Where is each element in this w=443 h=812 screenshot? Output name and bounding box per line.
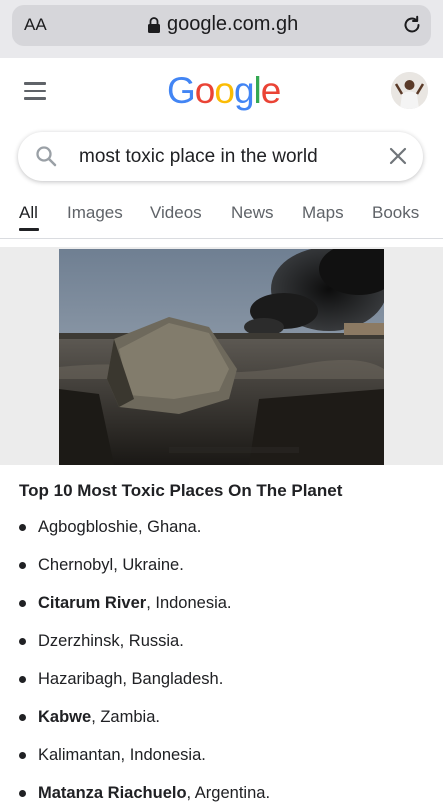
divider bbox=[0, 238, 443, 239]
close-icon[interactable] bbox=[388, 146, 408, 166]
list-item-rest: , Argentina. bbox=[186, 784, 271, 802]
list-item-rest: Agbogbloshie, Ghana. bbox=[38, 518, 202, 536]
list-item-text: Hazaribagh, Bangladesh. bbox=[38, 660, 223, 698]
search-input[interactable] bbox=[79, 144, 369, 170]
result-list: Agbogbloshie, Ghana. Chernobyl, Ukraine. C… bbox=[0, 508, 443, 812]
result-image[interactable] bbox=[59, 249, 384, 465]
list-item-rest: Dzerzhinsk, Russia. bbox=[38, 632, 184, 650]
tab-all[interactable]: All bbox=[19, 203, 38, 223]
list-item-text: Kalimantan, Indonesia. bbox=[38, 736, 206, 774]
bullet bbox=[19, 676, 26, 683]
list-item-highlight: Kabwe bbox=[38, 708, 92, 726]
logo-letter: o bbox=[214, 70, 235, 111]
list-item-text: Matanza Riachuelo, Argentina. bbox=[38, 774, 270, 812]
tab-videos[interactable]: Videos bbox=[150, 203, 202, 223]
list-item-rest: Hazaribagh, Bangladesh. bbox=[38, 670, 224, 688]
bullet bbox=[19, 600, 26, 607]
logo-letter: e bbox=[260, 70, 282, 111]
reload-icon[interactable] bbox=[401, 14, 423, 36]
list-item-text: Chernobyl, Ukraine. bbox=[38, 546, 184, 584]
list-item: Citarum River, Indonesia. bbox=[0, 584, 443, 622]
search-tabs: All Images Videos News Maps Books bbox=[0, 195, 443, 235]
logo-letter: o bbox=[194, 70, 216, 111]
list-item-text: Agbogbloshie, Ghana. bbox=[38, 508, 201, 546]
bullet bbox=[19, 524, 26, 531]
result-title[interactable]: Top 10 Most Toxic Places On The Planet bbox=[19, 481, 342, 501]
tab-books[interactable]: Books bbox=[372, 203, 419, 223]
logo-letter: l bbox=[253, 70, 262, 111]
search-box[interactable] bbox=[18, 132, 423, 181]
url-field[interactable]: AA google.com.gh bbox=[12, 5, 431, 46]
list-item: Chernobyl, Ukraine. bbox=[0, 546, 443, 584]
logo-letter: G bbox=[167, 70, 196, 111]
list-item-highlight: Citarum River bbox=[38, 594, 147, 612]
list-item-highlight: Matanza Riachuelo bbox=[38, 784, 187, 802]
list-item: Agbogbloshie, Ghana. bbox=[0, 508, 443, 546]
google-header: Google bbox=[0, 58, 443, 128]
image-result-band bbox=[0, 247, 443, 465]
bullet bbox=[19, 638, 26, 645]
tab-maps[interactable]: Maps bbox=[302, 203, 344, 223]
list-item: Kalimantan, Indonesia. bbox=[0, 736, 443, 774]
list-item-rest: Chernobyl, Ukraine. bbox=[38, 556, 184, 574]
logo-letter: g bbox=[233, 70, 255, 111]
list-item: Hazaribagh, Bangladesh. bbox=[0, 660, 443, 698]
list-item: Matanza Riachuelo, Argentina. bbox=[0, 774, 443, 812]
bullet bbox=[19, 562, 26, 569]
list-item-text: Kabwe, Zambia. bbox=[38, 698, 160, 736]
list-item-text: Dzerzhinsk, Russia. bbox=[38, 622, 184, 660]
avatar-image bbox=[391, 72, 428, 109]
bullet bbox=[19, 752, 26, 759]
menu-icon[interactable] bbox=[24, 82, 46, 100]
url-text: google.com.gh bbox=[167, 13, 299, 35]
bullet bbox=[19, 714, 26, 721]
avatar[interactable] bbox=[391, 72, 428, 109]
text-size-button[interactable]: AA bbox=[24, 15, 47, 35]
google-logo[interactable]: Google bbox=[167, 70, 282, 112]
list-item-text: Citarum River, Indonesia. bbox=[38, 584, 232, 622]
bullet bbox=[19, 790, 26, 797]
list-item-rest: , Indonesia. bbox=[146, 594, 232, 612]
lock-icon bbox=[148, 17, 160, 33]
list-item: Kabwe, Zambia. bbox=[0, 698, 443, 736]
list-item-rest: , Zambia. bbox=[91, 708, 160, 726]
tab-news[interactable]: News bbox=[231, 203, 274, 223]
browser-address-bar: AA google.com.gh bbox=[0, 0, 443, 58]
list-item-rest: Kalimantan, Indonesia. bbox=[38, 746, 206, 764]
active-tab-indicator bbox=[19, 228, 39, 231]
tab-images[interactable]: Images bbox=[67, 203, 123, 223]
search-icon[interactable] bbox=[35, 145, 57, 167]
list-item: Dzerzhinsk, Russia. bbox=[0, 622, 443, 660]
